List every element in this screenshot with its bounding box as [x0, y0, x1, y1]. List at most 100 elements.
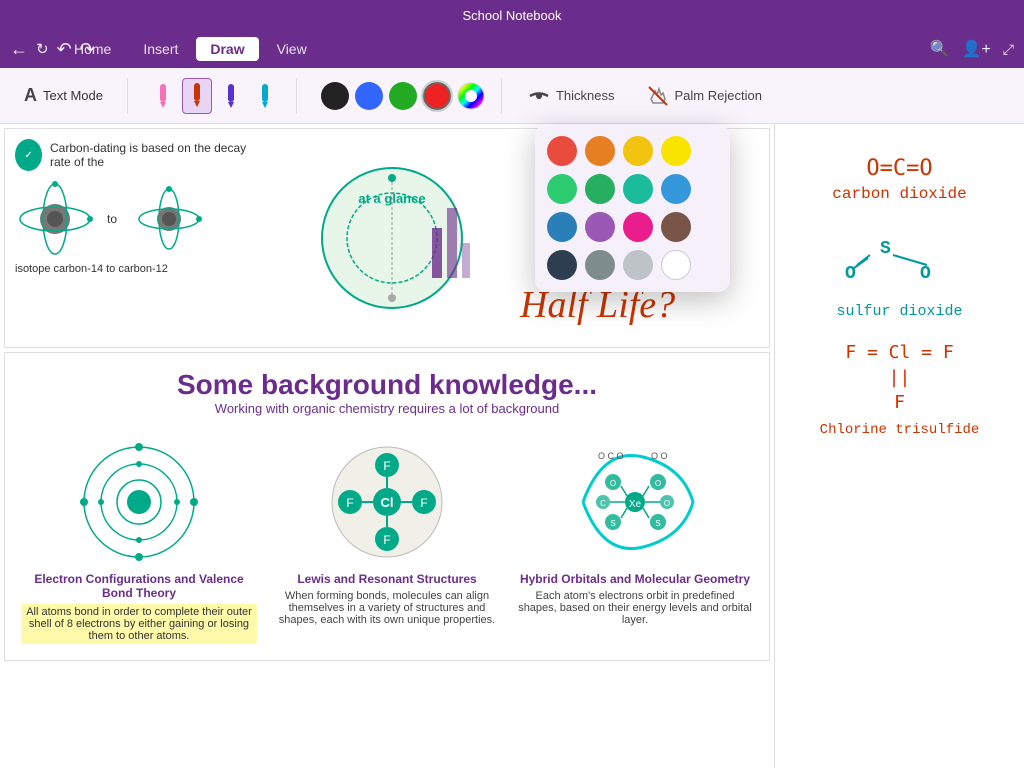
- card-hybrid-desc: Each atom's electrons orbit in predefine…: [517, 590, 753, 626]
- color-picker-popup[interactable]: [535, 124, 730, 292]
- cp-gray-dark[interactable]: [585, 250, 615, 280]
- svg-text:O: O: [920, 264, 931, 284]
- cp-yellow-warm[interactable]: [623, 136, 653, 166]
- separator-3: [501, 78, 502, 114]
- svg-text:Xe: Xe: [628, 499, 641, 510]
- tab-view[interactable]: View: [263, 37, 321, 61]
- card-hybrid-title: Hybrid Orbitals and Molecular Geometry: [517, 572, 753, 586]
- cp-blue[interactable]: [547, 212, 577, 242]
- pen-cyan[interactable]: [250, 78, 280, 114]
- svg-text:C: C: [600, 499, 606, 508]
- cp-green[interactable]: [585, 174, 615, 204]
- main-content: ✓ Carbon-dating is based on the decay ra…: [0, 124, 1024, 768]
- svg-text:O: O: [663, 499, 669, 508]
- name-so2: sulfur dioxide: [795, 303, 1004, 320]
- nav-left: ← ↻ ↶ ↷: [10, 39, 95, 60]
- color-blue[interactable]: [355, 82, 383, 110]
- svg-text:S: S: [610, 519, 615, 528]
- cp-dark[interactable]: [547, 250, 577, 280]
- search-icon[interactable]: 🔍: [930, 39, 950, 59]
- svg-text:F: F: [383, 459, 390, 473]
- cp-white[interactable]: [661, 250, 691, 280]
- card-lewis-desc: When forming bonds, molecules can align …: [269, 590, 505, 626]
- cp-light-blue[interactable]: [661, 174, 691, 204]
- svg-text:O: O: [654, 479, 660, 488]
- electron-diagram: [21, 432, 257, 572]
- pen-red[interactable]: [182, 78, 212, 114]
- isotope-detail: isotope carbon-14 to carbon-12: [15, 263, 168, 275]
- name-clf3: Chlorine trisulfide: [795, 422, 1004, 438]
- back-icon[interactable]: ←: [10, 39, 28, 60]
- add-user-icon[interactable]: 👤+: [962, 39, 991, 59]
- card-hybrid: Xe O O S S C: [517, 432, 753, 644]
- atom-diagrams: to: [15, 179, 264, 259]
- so2-diagram: S O O: [795, 223, 1005, 303]
- separator-1: [127, 78, 128, 114]
- svg-text:F: F: [346, 496, 353, 510]
- cp-brown[interactable]: [661, 212, 691, 242]
- color-green[interactable]: [389, 82, 417, 110]
- icon-circle: ✓: [15, 139, 42, 171]
- glance-diagram: at a glance: [302, 148, 482, 328]
- thickness-button[interactable]: Thickness: [518, 81, 625, 111]
- tab-draw[interactable]: Draw: [196, 37, 258, 61]
- svg-text:S: S: [655, 519, 660, 528]
- at-a-glance: at a glance: [282, 129, 502, 347]
- color-red[interactable]: [423, 82, 451, 110]
- toolbar: A Text Mode: [0, 68, 1024, 124]
- color-wheel[interactable]: [457, 82, 485, 110]
- undo-icon[interactable]: ↶: [57, 39, 72, 60]
- cp-purple[interactable]: [585, 212, 615, 242]
- clf3-line2: ||: [795, 365, 1004, 390]
- pen-group: [148, 78, 280, 114]
- isotope-label: to: [107, 212, 117, 226]
- tab-insert[interactable]: Insert: [129, 37, 192, 61]
- palm-rejection-button[interactable]: Palm Rejection: [637, 81, 772, 111]
- isotope-text: isotope carbon-14 to carbon-12: [15, 263, 264, 275]
- cp-red[interactable]: [547, 136, 577, 166]
- cp-yellow[interactable]: [661, 136, 691, 166]
- color-black[interactable]: [321, 82, 349, 110]
- glance-svg: at a glance: [302, 148, 482, 328]
- app-title: School Notebook: [462, 8, 561, 23]
- svg-text:F: F: [420, 496, 427, 510]
- svg-text:O O: O O: [651, 451, 668, 461]
- background-knowledge-section: Some background knowledge... Working wit…: [4, 352, 770, 661]
- bg-subtitle: Working with organic chemistry requires …: [21, 401, 753, 416]
- minimize-icon[interactable]: ⤢: [1003, 41, 1014, 58]
- formula-co2: O=C=O: [795, 156, 1004, 181]
- nav-right: 🔍 👤+ ⤢: [930, 39, 1014, 59]
- cp-teal[interactable]: [623, 174, 653, 204]
- lewis-diagram: Cl F F F F: [269, 432, 505, 572]
- name-co2: carbon dioxide: [795, 185, 1004, 203]
- card-electron-title: Electron Configurations and Valence Bond…: [21, 572, 257, 600]
- text-mode-label: Text Mode: [43, 88, 103, 103]
- cp-pink[interactable]: [623, 212, 653, 242]
- palm-rejection-icon: [647, 85, 669, 107]
- text-mode-button[interactable]: A Text Mode: [16, 81, 111, 110]
- separator-2: [296, 78, 297, 114]
- cp-orange[interactable]: [585, 136, 615, 166]
- hybrid-svg: Xe O O S S C: [563, 437, 708, 567]
- sync-icon[interactable]: ↻: [36, 40, 49, 58]
- title-bar: School Notebook: [0, 0, 1024, 30]
- svg-text:O: O: [609, 479, 615, 488]
- cp-light-green[interactable]: [547, 174, 577, 204]
- card-lewis-title: Lewis and Resonant Structures: [269, 572, 505, 586]
- svg-text:O C O: O C O: [598, 451, 624, 461]
- bg-title: Some background knowledge...: [21, 369, 753, 401]
- svg-text:F: F: [383, 533, 390, 547]
- hybrid-diagram: Xe O O S S C: [517, 432, 753, 572]
- svg-text:Cl: Cl: [381, 495, 394, 510]
- pen-purple[interactable]: [216, 78, 246, 114]
- formula-clf3: F = Cl = F || F: [795, 340, 1004, 416]
- cp-gray-light[interactable]: [623, 250, 653, 280]
- thickness-label: Thickness: [556, 88, 615, 103]
- carbon-dating-label: Carbon-dating is based on the decay rate…: [50, 141, 264, 169]
- right-panel: O=C=O carbon dioxide S O O sulfur dioxid…: [774, 124, 1024, 768]
- carbon-dating-text: ✓ Carbon-dating is based on the decay ra…: [5, 129, 274, 347]
- pen-pink[interactable]: [148, 78, 178, 114]
- svg-text:S: S: [880, 239, 891, 259]
- redo-icon[interactable]: ↷: [80, 39, 95, 60]
- card-electron-desc: All atoms bond in order to complete thei…: [21, 604, 257, 644]
